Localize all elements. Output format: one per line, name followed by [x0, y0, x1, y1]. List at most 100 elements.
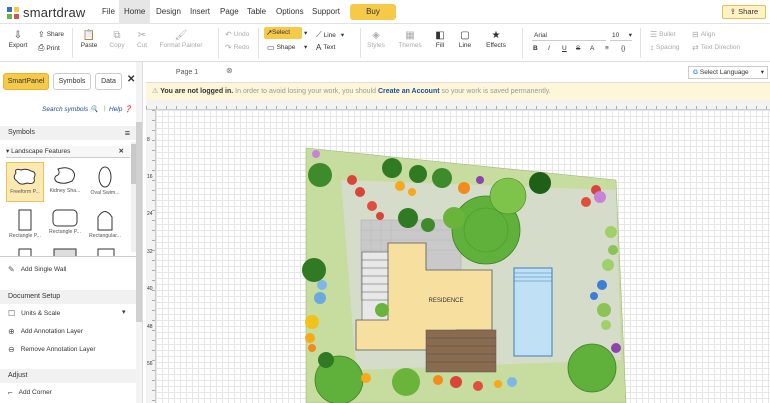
symbol-rectangular-pool[interactable]: Rectangular...: [86, 205, 124, 245]
undo-button[interactable]: ↶ Undo: [225, 30, 249, 39]
help-link[interactable]: Help ❓: [109, 105, 132, 113]
underline-button[interactable]: U: [562, 45, 567, 52]
ribbon-toolbar: ⇩ Export ⇪ Share ⎙ Print 📋 Paste ⧉ Copy ✂ …: [0, 24, 770, 62]
tab-data[interactable]: Data: [95, 73, 122, 90]
select-dropdown-chevron-icon[interactable]: ▾: [304, 29, 307, 37]
help-icon: ❓: [124, 106, 133, 113]
export-button[interactable]: ⇩ Export: [6, 30, 30, 49]
remove-annotation-layer-item[interactable]: ⊖ Remove Annotation Layer: [8, 345, 96, 354]
left-panel-scrollbar[interactable]: [136, 62, 142, 403]
add-single-wall-label: Add Single Wall: [20, 266, 67, 273]
shape-tool-button[interactable]: ▭ Shape: [267, 43, 295, 52]
select-label: Select: [272, 29, 291, 36]
symbol-freeform-pool[interactable]: Freeform P...: [6, 162, 44, 202]
library-header[interactable]: ▾ Landscape Features ✕: [6, 146, 130, 158]
font-family-select[interactable]: Arial: [532, 30, 606, 41]
themes-icon: ▦: [405, 30, 415, 41]
drawing-canvas[interactable]: RESIDENCE: [156, 110, 770, 403]
symbol-rectangle-pool-rounded[interactable]: Rectangle P...: [46, 205, 84, 245]
landscape-plan[interactable]: RESIDENCE: [156, 110, 770, 403]
tab-page-1[interactable]: Page 1: [156, 66, 218, 80]
menu-options[interactable]: Options: [271, 0, 309, 24]
styles-label: Styles: [367, 42, 385, 49]
close-panel-icon[interactable]: ✕: [127, 74, 135, 85]
menu-file[interactable]: File: [97, 0, 120, 24]
create-account-link[interactable]: Create an Account: [378, 88, 440, 95]
bullet-button[interactable]: ☰ Bullet: [650, 30, 675, 39]
symbol-oval-pool[interactable]: Oval Swim...: [86, 162, 124, 202]
divider: [522, 28, 523, 58]
fill-bucket-icon: ◧: [435, 30, 445, 41]
align-button[interactable]: ⊟ Align: [692, 30, 715, 39]
tab-symbols[interactable]: Symbols: [53, 73, 91, 90]
search-symbols-link[interactable]: Search symbols 🔍: [42, 105, 98, 113]
tab-smartpanel[interactable]: SmartPanel: [3, 73, 49, 90]
copy-button[interactable]: ⧉ Copy: [107, 30, 127, 49]
styles-button[interactable]: ◈ Styles: [366, 30, 386, 49]
menu-insert[interactable]: Insert: [185, 0, 215, 24]
hamburger-menu-icon[interactable]: ≡: [125, 126, 130, 140]
menu-design[interactable]: Design: [151, 0, 186, 24]
ruler-num: 8: [147, 137, 150, 143]
format-painter-label: Format Painter: [159, 42, 203, 49]
symbol-label: Freeform P...: [10, 189, 40, 195]
share-top-button[interactable]: ⇪ Share: [722, 5, 766, 19]
paste-label: Paste: [80, 42, 98, 49]
select-language-dropdown[interactable]: G Select Language ▾: [688, 66, 768, 79]
text-direction-icon: ⇄: [692, 43, 699, 52]
line-style-icon: ▢: [460, 30, 470, 41]
themes-label: Themes: [398, 42, 422, 49]
text-color-button[interactable]: A: [590, 45, 594, 52]
print-button[interactable]: ⎙ Print: [38, 43, 60, 53]
italic-button[interactable]: I: [548, 45, 550, 52]
text-tool-button[interactable]: A Text: [316, 43, 335, 52]
add-single-wall-item[interactable]: ✎ Add Single Wall: [8, 265, 66, 274]
redo-icon: ↷: [225, 43, 232, 52]
font-size-chevron-icon: ▾: [628, 32, 632, 39]
add-annotation-layer-item[interactable]: ⊕ Add Annotation Layer: [8, 327, 83, 336]
library-name: Landscape Features: [11, 148, 71, 155]
menu-page[interactable]: Page: [215, 0, 244, 24]
cut-button[interactable]: ✂ Cut: [133, 30, 151, 49]
app-logo[interactable]: smartdraw: [7, 5, 85, 20]
logo-text: smartdraw: [23, 5, 86, 20]
redo-button[interactable]: ↷ Redo: [225, 43, 249, 52]
symbol-rectangle-pool[interactable]: Rectangle P...: [6, 205, 44, 245]
units-chevron-icon[interactable]: ▾: [122, 308, 126, 316]
format-painter-button[interactable]: 🖌 Format Painter: [158, 30, 204, 49]
fill-button[interactable]: ◧ Fill: [432, 30, 448, 49]
symbol-kidney-pool[interactable]: Kidney Sha...: [46, 162, 84, 202]
login-notice-banner: ⚠ You are not logged in. In order to avo…: [146, 83, 770, 100]
menu-table[interactable]: Table: [242, 0, 271, 24]
menu-home[interactable]: Home: [119, 0, 151, 24]
freeform-pool-icon: [13, 168, 36, 185]
line-tool-button[interactable]: ⟋ Line ▾: [316, 30, 344, 40]
spacing-button[interactable]: ↕ Spacing: [650, 43, 680, 52]
units-scale-item[interactable]: ☐ Units & Scale: [8, 309, 60, 318]
font-size-select[interactable]: 10 ▾: [610, 30, 632, 41]
add-page-icon[interactable]: ⊗: [226, 66, 233, 75]
notice-text-1: In order to avoid losing your work, you …: [233, 88, 378, 95]
shape-dropdown-chevron-icon[interactable]: ▾: [304, 43, 307, 51]
add-corner-item[interactable]: ⌐ Add Corner: [8, 388, 52, 397]
braces-button[interactable]: {}: [621, 45, 625, 52]
text-direction-button[interactable]: ⇄ Text Direction: [692, 43, 740, 52]
tree-top-right: [489, 177, 527, 215]
tree-bottom-mid: [392, 368, 420, 396]
strikethrough-button[interactable]: S: [576, 45, 580, 52]
search-symbols-label: Search symbols: [42, 106, 89, 113]
line-style-button[interactable]: ▢ Line: [457, 30, 473, 49]
paste-button[interactable]: 📋 Paste: [79, 30, 99, 49]
menu-support[interactable]: Support: [307, 0, 345, 24]
themes-button[interactable]: ▦ Themes: [397, 30, 423, 49]
line-icon: ⟋: [316, 30, 322, 39]
library-close-icon[interactable]: ✕: [119, 146, 124, 158]
share-button[interactable]: ⇪ Share: [38, 30, 64, 39]
copy-label: Copy: [109, 42, 125, 49]
tree-mid: [443, 207, 465, 229]
help-label: Help: [109, 106, 123, 113]
align-center-button[interactable]: ≡: [605, 45, 609, 52]
buy-button[interactable]: Buy: [350, 4, 396, 20]
bold-button[interactable]: B: [533, 45, 538, 52]
effects-button[interactable]: ★ Effects: [484, 30, 508, 49]
